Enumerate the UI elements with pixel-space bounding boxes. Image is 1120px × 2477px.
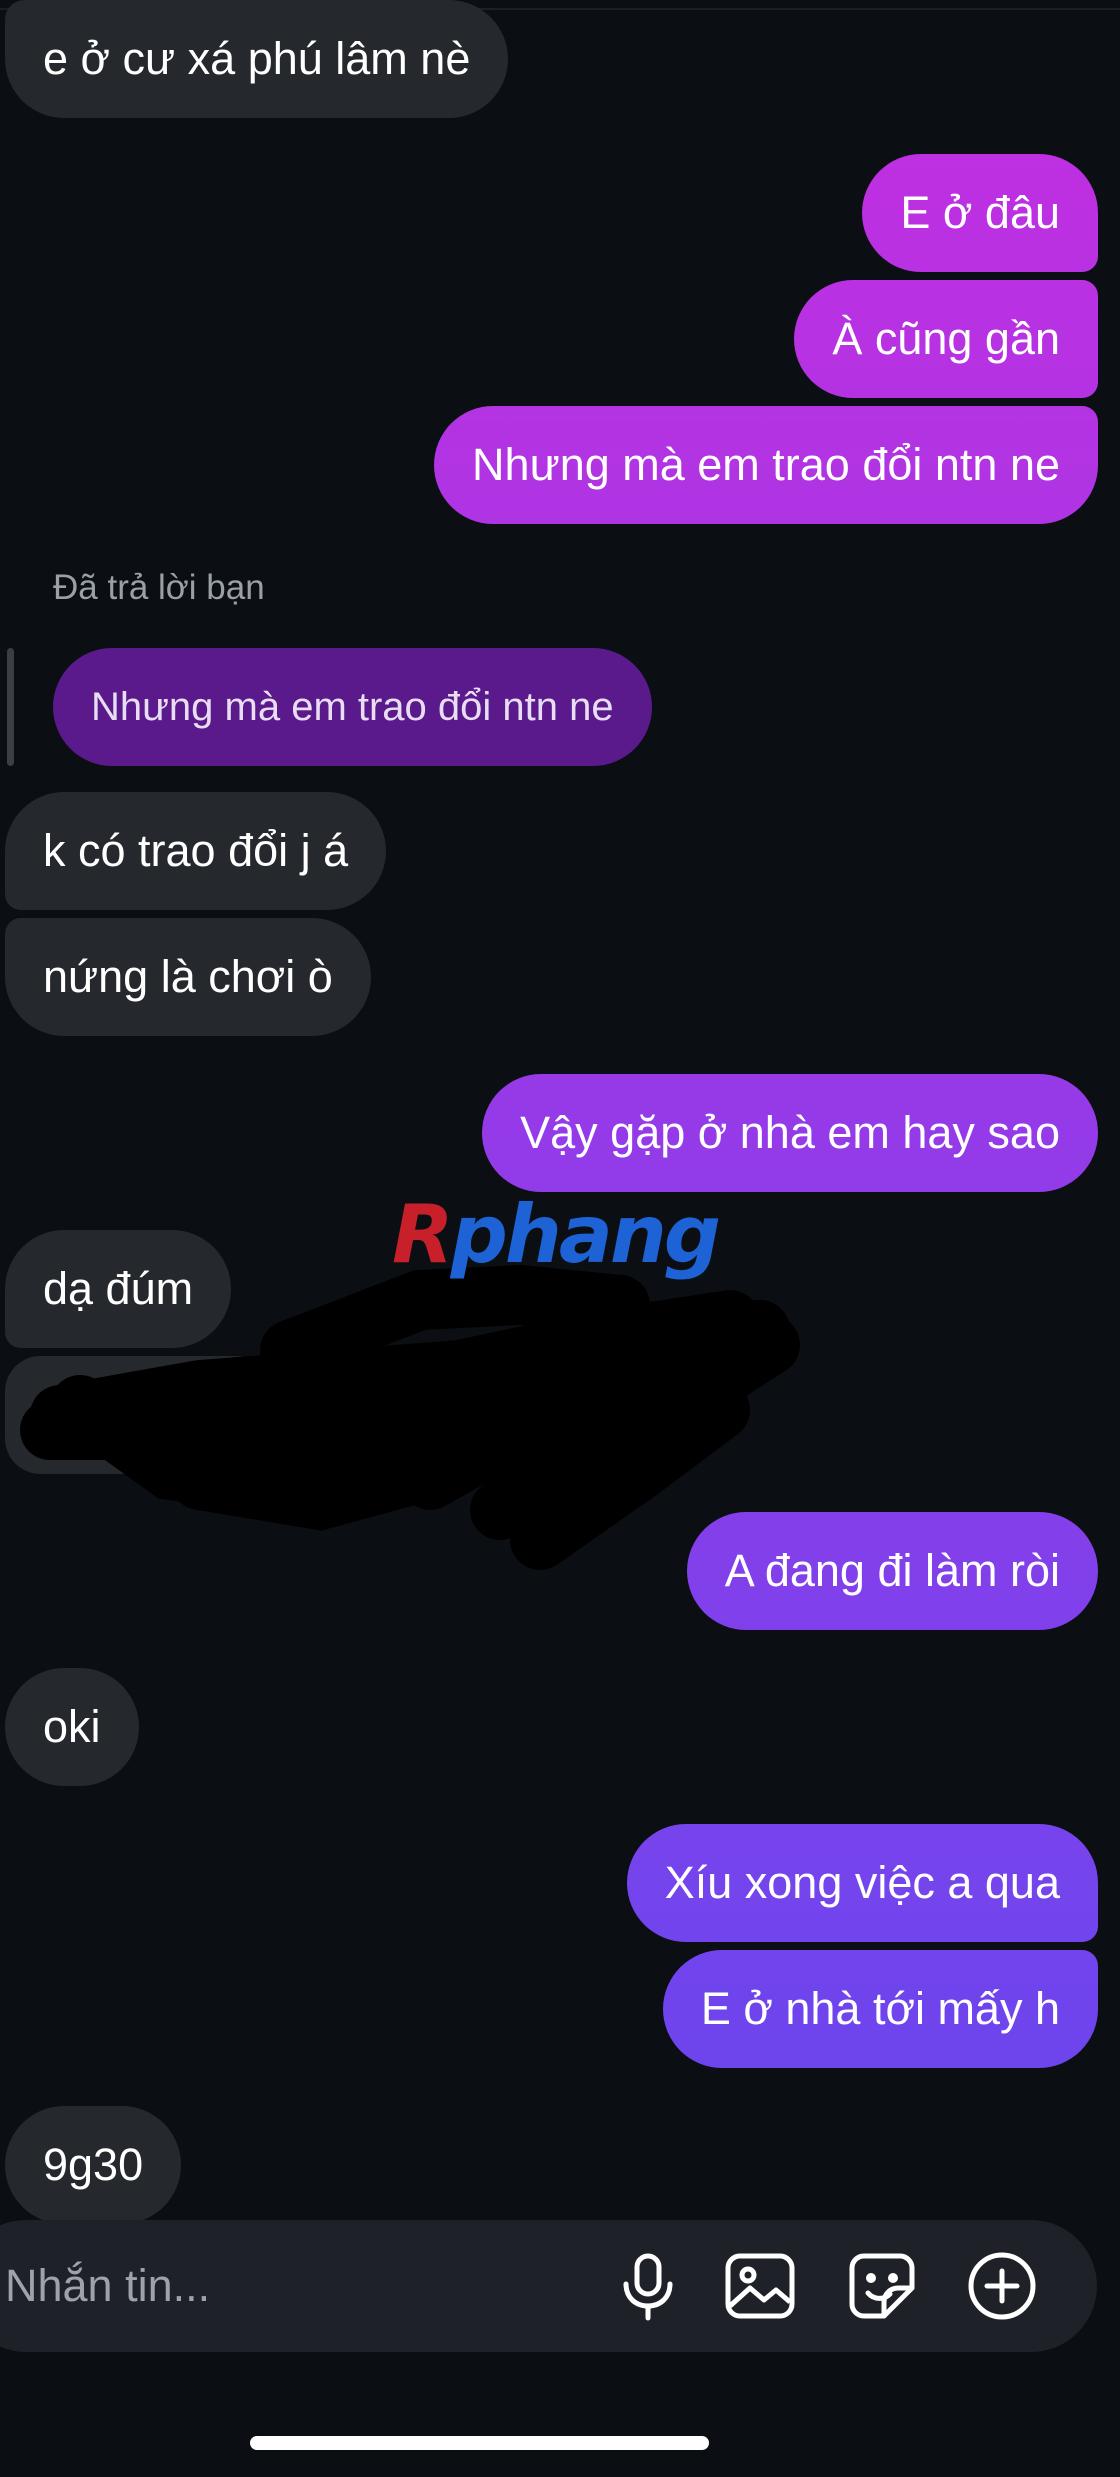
sticker-icon[interactable] — [844, 2248, 920, 2324]
microphone-icon[interactable] — [610, 2248, 686, 2324]
home-indicator — [250, 2436, 709, 2450]
message-input[interactable]: Nhắn tin... — [5, 2220, 210, 2352]
watermark-logo: Rphang — [392, 1180, 721, 1290]
watermark-part-2: phang — [450, 1188, 721, 1281]
watermark-part-1: R — [392, 1188, 454, 1281]
image-icon[interactable] — [722, 2248, 798, 2324]
plus-circle-icon[interactable] — [964, 2248, 1040, 2324]
